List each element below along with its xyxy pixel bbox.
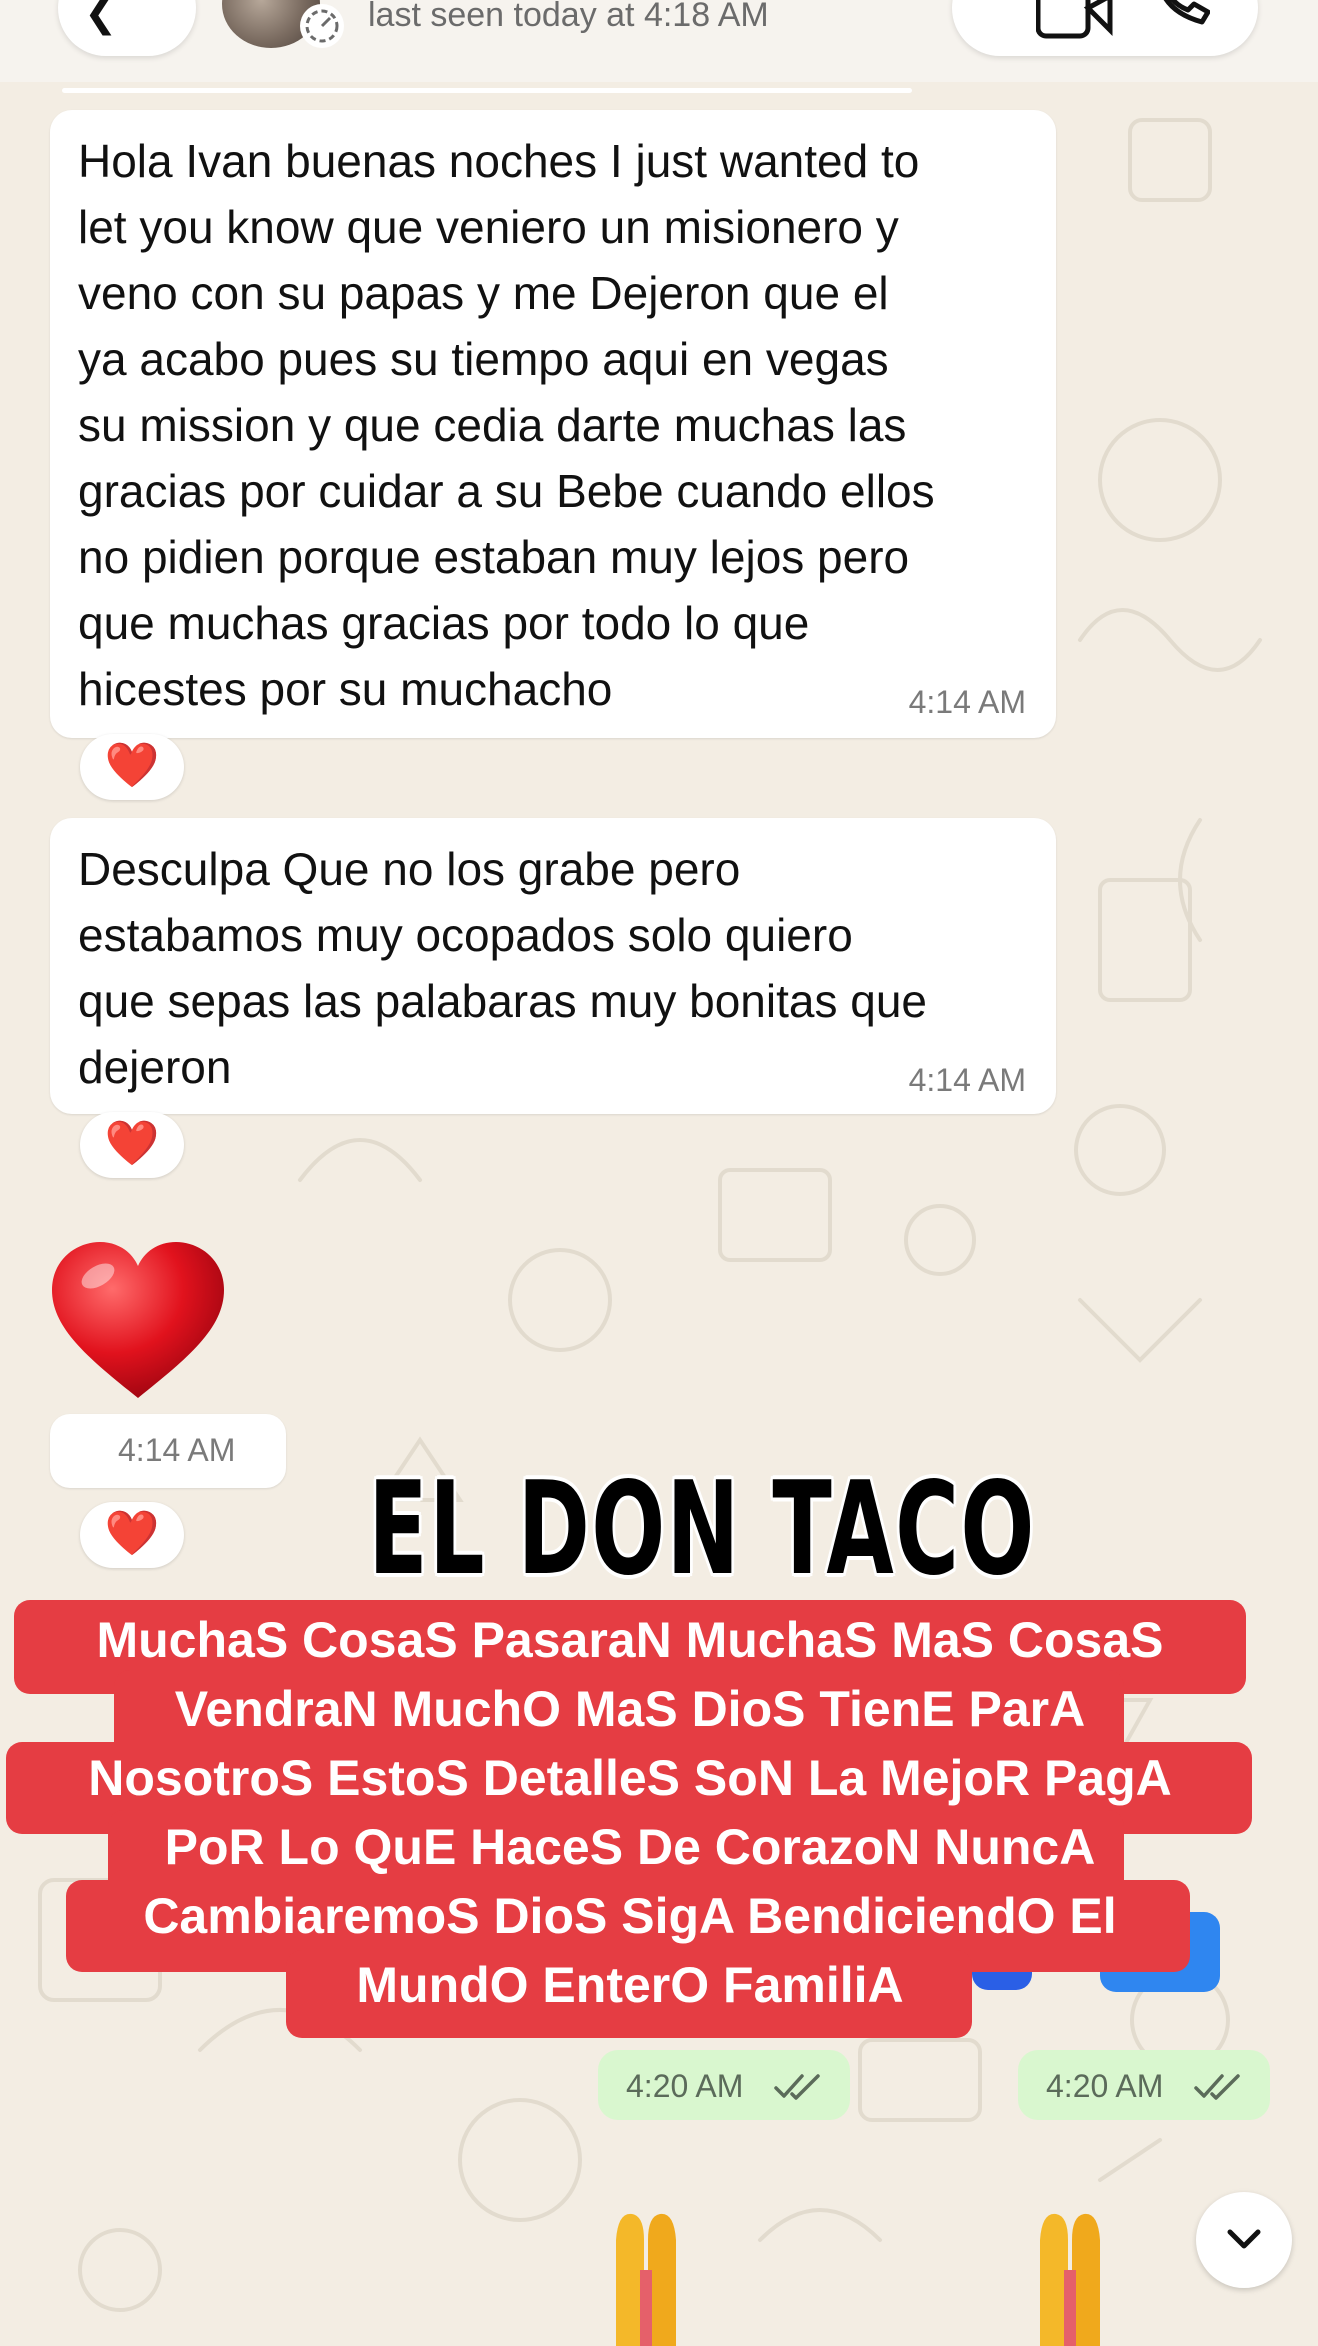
double-check-icon <box>774 2074 820 2100</box>
scroll-to-bottom-button[interactable] <box>1196 2192 1292 2288</box>
video-camera-icon[interactable] <box>1036 0 1114 40</box>
message-timestamp: 4:14 AM <box>908 1062 1026 1098</box>
praying-hands-emoji[interactable] <box>1020 2210 1120 2346</box>
reaction-badge[interactable]: ❤️ <box>80 734 184 800</box>
phone-icon[interactable] <box>1154 0 1210 30</box>
incoming-message[interactable]: Hola Ivan buenas noches I just wanted to… <box>50 110 1056 738</box>
disappearing-timer-icon <box>300 4 344 48</box>
double-check-icon <box>1194 2074 1240 2100</box>
unread-count: 30 <box>124 0 177 11</box>
incoming-message[interactable]: Desculpa Que no los grabe pero estabamos… <box>50 818 1056 1114</box>
heart-emoji-message[interactable] <box>48 1238 228 1408</box>
overlay-caption: MuchaS CosaS PasaraN MuchaS MaS CosaS Ve… <box>88 1612 1172 2013</box>
back-button[interactable]: ❮ 30 <box>58 0 196 56</box>
reaction-badge[interactable]: ❤️ <box>80 1112 184 1178</box>
message-text: Desculpa Que no los grabe pero estabamos… <box>78 843 928 1093</box>
last-seen-status: last seen today at 4:18 AM <box>368 0 769 34</box>
heart-reaction: ❤️ <box>104 1119 160 1168</box>
outgoing-timestamp: 4:20 AM <box>598 2050 850 2120</box>
message-text: Hola Ivan buenas noches I just wanted to… <box>78 135 935 715</box>
message-timestamp: 4:14 AM <box>908 684 1026 720</box>
heart-reaction: ❤️ <box>104 741 160 790</box>
outgoing-timestamp: 4:20 AM <box>1018 2050 1270 2120</box>
chat-screen: ❮ 30 last seen today at 4:18 AM Hola Iva… <box>0 0 1318 2346</box>
call-actions <box>952 0 1258 56</box>
chevron-left-icon: ❮ <box>84 0 118 35</box>
previous-message-edge <box>62 88 912 93</box>
chevron-down-icon <box>1227 2229 1261 2249</box>
chat-header: ❮ 30 last seen today at 4:18 AM <box>0 0 1318 82</box>
praying-hands-emoji[interactable] <box>596 2210 696 2346</box>
